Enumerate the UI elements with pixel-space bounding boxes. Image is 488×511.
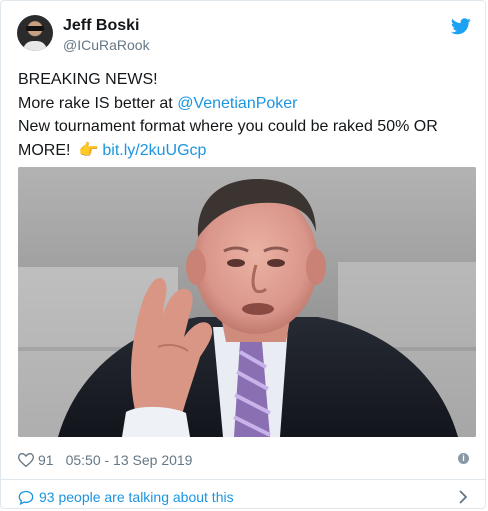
chevron-right-icon[interactable]	[459, 490, 467, 504]
author-avatar[interactable]	[17, 15, 53, 51]
pointing-hand-icon: 👉	[78, 141, 99, 159]
tweet-line-4: MORE! 👉 bit.ly/2kuUGcp	[18, 139, 473, 163]
divider	[1, 479, 485, 480]
tweet-line-3: New tournament format where you could be…	[18, 118, 438, 135]
heart-icon[interactable]	[18, 453, 34, 467]
photo-illustration	[18, 167, 476, 437]
twitter-bird-icon[interactable]	[451, 18, 471, 35]
like-count[interactable]: 91	[38, 452, 54, 468]
info-icon[interactable]: i	[458, 453, 469, 464]
avatar-glasses	[26, 26, 44, 31]
speech-bubble-icon	[18, 490, 34, 505]
tweet-line-2: More rake IS better at @VenetianPoker	[18, 92, 473, 116]
tweet-text: BREAKING NEWS! More rake IS better at @V…	[18, 68, 473, 162]
short-url-link[interactable]: bit.ly/2kuUGcp	[102, 142, 206, 159]
mention-link[interactable]: @VenetianPoker	[177, 95, 297, 112]
tweet-card: Jeff Boski @ICuRaRook BREAKING NEWS! Mor…	[0, 0, 486, 509]
tweet-timestamp[interactable]: 05:50 - 13 Sep 2019	[66, 452, 193, 468]
conversation-label: 93 people are talking about this	[39, 489, 234, 505]
tweet-line-1: BREAKING NEWS!	[18, 71, 158, 88]
tweet-line-4-text: MORE!	[18, 141, 71, 159]
tweet-line-2-text: More rake IS better at	[18, 94, 178, 112]
avatar-shirt	[23, 41, 47, 51]
conversation-link[interactable]: 93 people are talking about this	[18, 489, 234, 505]
author-handle[interactable]: @ICuRaRook	[63, 37, 150, 53]
author-name[interactable]: Jeff Boski	[63, 17, 139, 35]
tweet-meta: 91 05:50 - 13 Sep 2019	[18, 452, 192, 468]
tweet-photo[interactable]	[18, 167, 476, 437]
